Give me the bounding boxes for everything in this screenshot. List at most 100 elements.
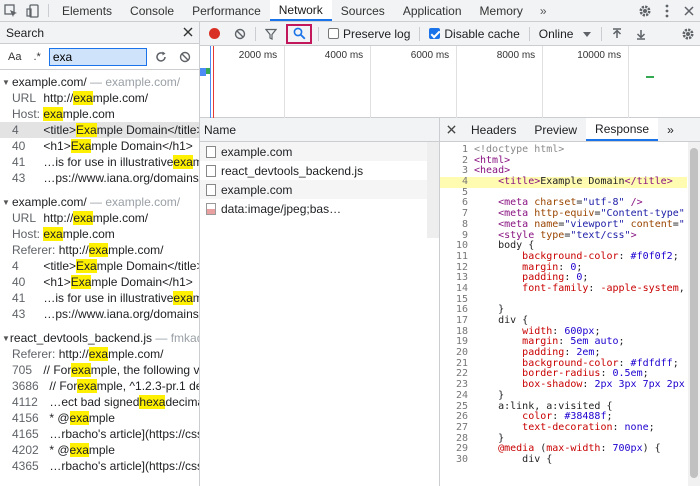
search-result-file[interactable]: ▼ example.com/ — example.com/ [0,194,199,210]
search-match-row[interactable]: Host: exa mple.com [0,226,199,242]
settings-gear-icon[interactable] [634,0,656,22]
details-tab-strip: Headers Preview Response » [440,118,700,142]
match-highlight: exa [77,379,97,393]
clear-search-icon[interactable] [175,47,195,67]
preserve-log-checkbox[interactable]: Preserve log [328,27,410,41]
match-text-after: mple Domain</h1> [91,139,193,153]
throttling-select[interactable]: Online [539,27,592,41]
scrollbar-thumb[interactable] [690,148,698,478]
tab-console[interactable]: Console [121,0,183,21]
search-match-row[interactable]: Host: exa mple.com [0,106,199,122]
search-result-file[interactable]: ▼react_devtools_backend.js — fmkad… [0,330,199,346]
tab-headers[interactable]: Headers [462,118,525,141]
source-line-text: box-shadow: 2px 3px 7px 2px [522,379,685,391]
response-scrollbar[interactable] [688,142,700,486]
match-line-number: URL [12,91,37,105]
topbar-right-controls [634,0,700,22]
search-match-row[interactable]: 43 …ps://www.iana.org/domains/exa… [0,306,199,322]
disable-cache-checkbox[interactable]: Disable cache [429,27,520,41]
search-result-file[interactable]: ▼ example.com/ — example.com/ [0,74,199,90]
name-column-header[interactable]: Name [200,118,439,142]
more-tabs-button[interactable]: » [532,0,555,21]
close-details-icon[interactable] [440,118,462,141]
request-row[interactable]: data:image/jpeg;bas… [200,199,439,218]
request-row[interactable]: example.com [200,180,439,199]
match-text-after: mple, the following v… [90,363,200,377]
match-line-number: 4 [12,123,19,137]
refresh-icon[interactable] [151,47,171,67]
request-row[interactable]: example.com [200,142,439,161]
match-case-toggle[interactable]: Aa [4,51,25,63]
search-match-row[interactable]: 4365 …rbacho's article](https://css… [0,458,199,474]
response-source-viewer[interactable]: 1 <!doctype html> 2 <html> 3 <head> 4 <title>E… [440,142,687,466]
match-text-before: …ect bad signed [49,395,140,409]
match-text-before: // For [49,379,78,393]
search-input[interactable] [48,47,147,66]
network-overview-timeline[interactable]: 2000 ms 4000 ms 6000 ms 8000 ms 10000 ms [200,46,700,118]
request-list-scrollbar[interactable] [427,142,439,238]
clear-log-icon[interactable] [228,22,252,46]
search-match-row[interactable]: 705 // For exa mple, the following v… [0,362,199,378]
match-text-before: * @ [49,443,70,457]
match-text-after: mple.com/ [108,347,164,361]
match-line-number: 4 [12,259,19,273]
source-line: 27 text-decoration: none; [440,422,687,434]
match-line-number: 43 [12,307,26,321]
match-line-number: 705 [12,363,33,377]
search-match-row[interactable]: URL http://exa mple.com/ [0,210,199,226]
search-match-row[interactable]: 41 …is for use in illustrative exampl… [0,154,199,170]
preserve-log-box[interactable] [328,28,339,39]
search-match-row[interactable]: 41 …is for use in illustrative exampl… [0,290,199,306]
result-file-path: — example.com/ [90,75,181,89]
network-settings-icon[interactable] [676,22,700,46]
search-match-row[interactable]: 4156 * @ exa mple [0,410,199,426]
tab-elements[interactable]: Elements [53,0,121,21]
search-match-row[interactable]: 4165 …rbacho's article](https://css… [0,426,199,442]
match-text-after: mple.com/ [92,91,149,105]
source-line-text: font-family: -apple-system, [522,282,685,294]
search-match-row[interactable]: 3686 // For example, ^1.2.3-pr.1 de… [0,378,199,394]
disable-cache-box[interactable] [429,28,441,39]
search-match-row[interactable]: Referer: http://exa mple.com/ [0,242,199,258]
match-line-number: 4156 [12,411,39,425]
match-highlight: exa [43,107,63,121]
inspect-element-icon[interactable] [0,0,22,21]
preserve-log-label: Preserve log [343,26,411,41]
search-match-row[interactable]: Referer: http://exa mple.com/ [0,346,199,362]
tab-memory[interactable]: Memory [471,0,532,21]
close-search-icon[interactable] [183,26,193,40]
search-match-row[interactable]: 4 <title> Exa mple Domain</title> [0,122,199,138]
regex-toggle[interactable]: .* [29,51,44,63]
disclosure-triangle-icon[interactable]: ▼ [2,198,12,207]
match-text-before: …ps://www.iana.org/domains/ [43,307,200,321]
search-match-row[interactable]: 40 <h1> Exa mple Domain</h1> [0,138,199,154]
more-details-tabs-button[interactable]: » [658,118,683,141]
device-toolbar-icon[interactable] [22,0,44,21]
request-row[interactable]: react_devtools_backend.js [200,161,439,180]
disclosure-triangle-icon[interactable]: ▼ [2,334,10,343]
tab-application[interactable]: Application [394,0,471,21]
search-match-row[interactable]: 43 …ps://www.iana.org/domains/exa… [0,170,199,186]
match-highlight: exa [173,291,193,305]
tab-sources[interactable]: Sources [332,0,394,21]
search-button[interactable] [286,23,312,44]
tab-response[interactable]: Response [586,118,659,141]
search-match-row[interactable]: 4112 …ect bad signed hexadecima… [0,394,199,410]
document-file-icon [206,183,216,196]
tab-preview[interactable]: Preview [525,118,586,141]
search-match-row[interactable]: 40 <h1> Exa mple Domain</h1> [0,274,199,290]
export-har-icon[interactable] [629,22,653,46]
search-match-row[interactable]: 4202 * @ exa mple [0,442,199,458]
match-highlight: exa [88,347,109,361]
tab-performance[interactable]: Performance [183,0,270,21]
search-match-row[interactable]: 4 <title> Exa mple Domain</title> [0,258,199,274]
disclosure-triangle-icon[interactable]: ▼ [2,78,12,87]
filter-icon[interactable] [259,22,283,46]
source-line: 11 background-color: #f0f0f2; [440,251,687,263]
close-devtools-icon[interactable] [678,0,700,22]
import-har-icon[interactable] [605,22,629,46]
record-icon[interactable] [209,28,220,39]
kebab-menu-icon[interactable] [656,0,678,22]
tab-network[interactable]: Network [269,0,332,21]
search-match-row[interactable]: URL http://exa mple.com/ [0,90,199,106]
